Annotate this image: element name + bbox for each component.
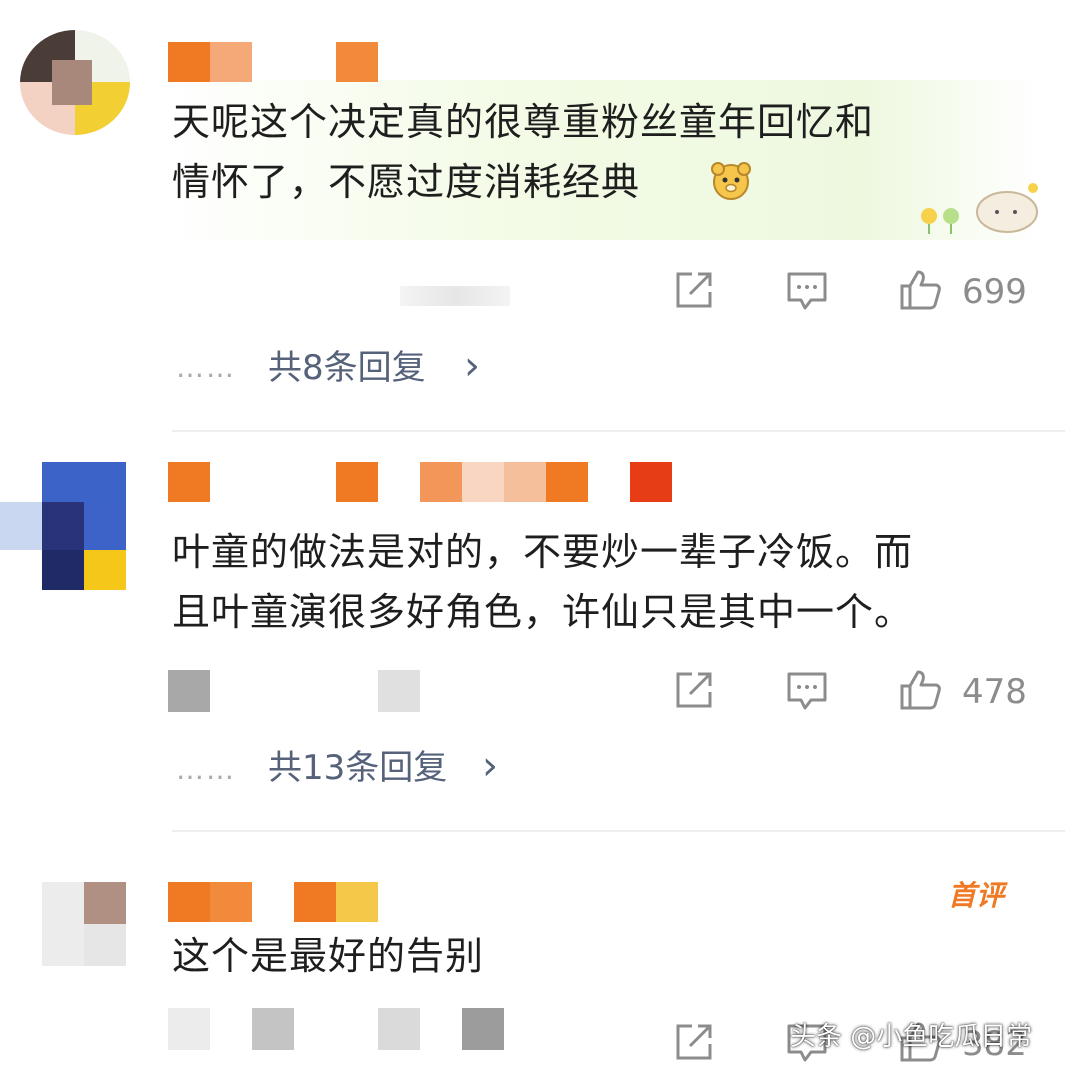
timestamp-mosaic bbox=[400, 286, 510, 306]
comment-text-line: 天呢这个决定真的很尊重粉丝童年回忆和 bbox=[172, 100, 875, 144]
comment-action-bar: 478 bbox=[0, 668, 1065, 718]
like-count: 699 bbox=[962, 272, 1027, 312]
decoration-sticker-icon bbox=[921, 183, 1038, 234]
username-mosaic[interactable] bbox=[168, 42, 388, 82]
thumbs-up-icon[interactable] bbox=[898, 668, 942, 712]
comment-icon[interactable] bbox=[785, 268, 829, 312]
view-replies-link[interactable]: 共13条回复 › bbox=[268, 743, 528, 790]
chevron-right-icon: › bbox=[482, 743, 498, 789]
chevron-right-icon: › bbox=[464, 343, 480, 389]
reply-dots: …… bbox=[176, 753, 236, 786]
replies-label: 共8条回复 bbox=[268, 348, 426, 388]
avatar[interactable] bbox=[42, 882, 126, 966]
thumbs-up-icon[interactable] bbox=[898, 268, 942, 312]
dog-face-emoji-icon bbox=[711, 162, 751, 200]
view-replies-link[interactable]: 共8条回复 › bbox=[268, 343, 508, 390]
first-comment-badge: 首评 bbox=[948, 879, 1005, 912]
avatar[interactable] bbox=[20, 30, 130, 135]
timestamp-mosaic bbox=[168, 670, 420, 714]
comment-action-bar: 699 bbox=[0, 268, 1065, 318]
replies-label: 共13条回复 bbox=[268, 748, 448, 788]
comment-text-line: 情怀了，不愿过度消耗经典 bbox=[172, 160, 641, 204]
comment-text-line: 叶童的做法是对的，不要炒一辈子冷饭。而 bbox=[172, 530, 914, 574]
comment-icon[interactable] bbox=[785, 668, 829, 712]
share-icon[interactable] bbox=[672, 668, 716, 712]
comment-text-line: 这个是最好的告别 bbox=[172, 934, 485, 978]
share-icon[interactable] bbox=[672, 268, 716, 312]
comment-item: 天呢这个决定真的很尊重粉丝童年回忆和 情怀了，不愿过度消耗经典 699 …… 共… bbox=[0, 0, 1065, 430]
username-mosaic[interactable] bbox=[168, 882, 388, 922]
comment-item: 叶童的做法是对的，不要炒一辈子冷饭。而 且叶童演很多好角色，许仙只是其中一个。 … bbox=[0, 432, 1065, 830]
comment-text-line: 且叶童演很多好角色，许仙只是其中一个。 bbox=[172, 590, 914, 634]
like-count: 478 bbox=[962, 672, 1027, 712]
username-mosaic[interactable] bbox=[168, 462, 688, 502]
share-icon[interactable] bbox=[672, 1020, 716, 1064]
watermark: 头条 @小鱼吃瓜日常 bbox=[790, 1022, 1033, 1052]
avatar[interactable] bbox=[0, 462, 132, 590]
reply-dots: …… bbox=[176, 351, 236, 384]
timestamp-mosaic bbox=[168, 1008, 508, 1052]
